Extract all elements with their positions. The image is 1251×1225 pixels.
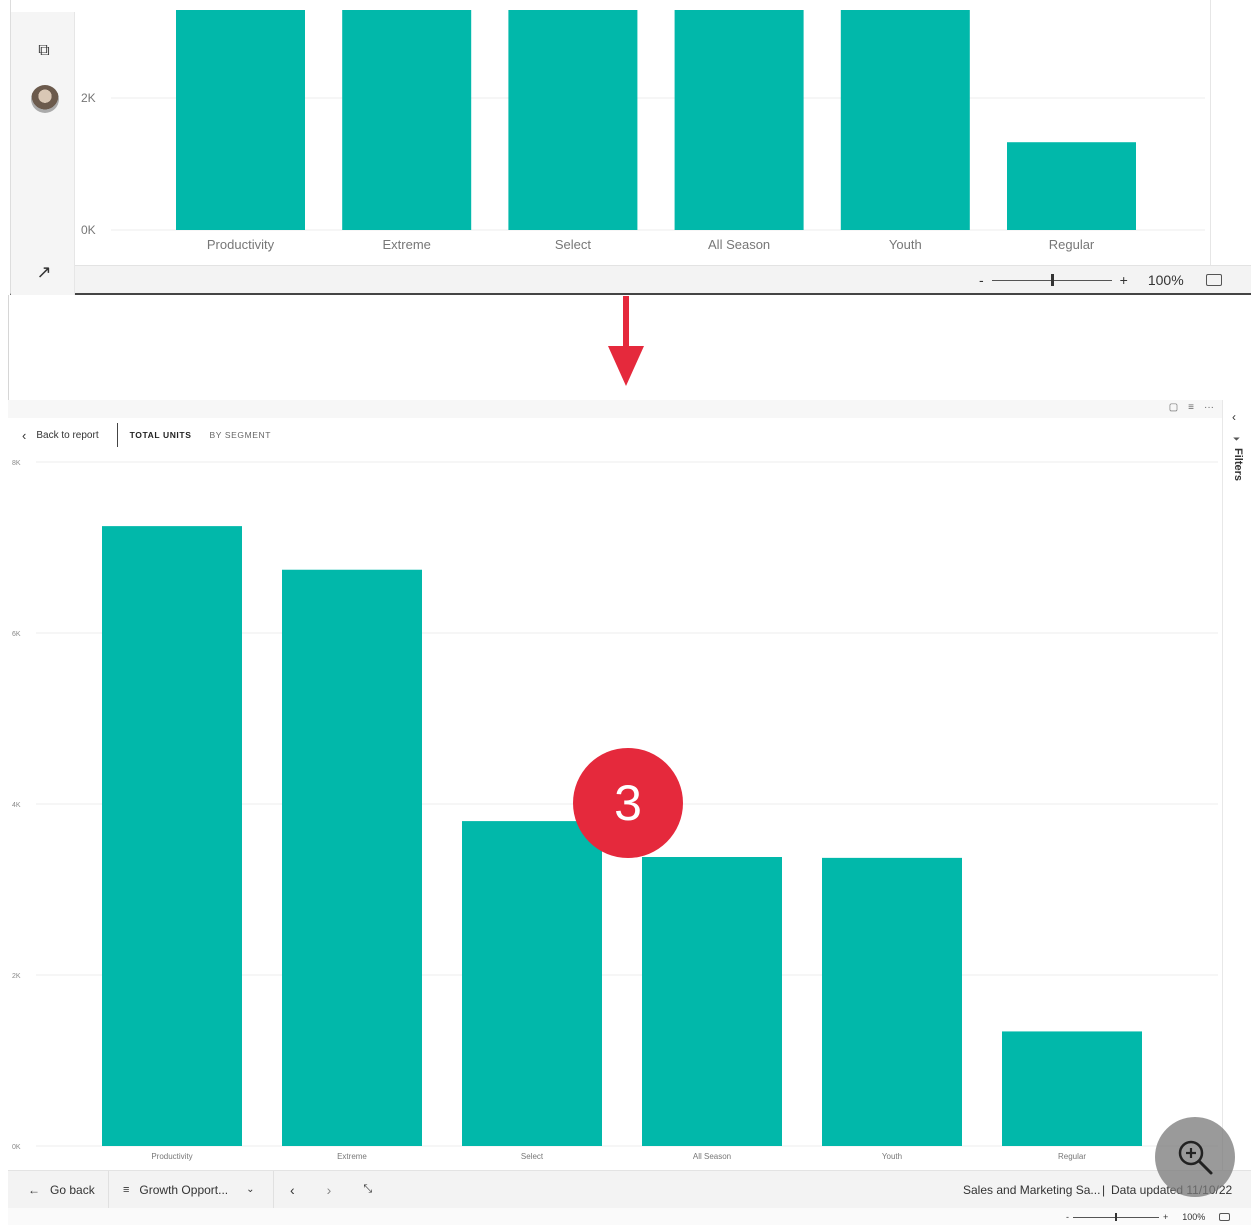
x-tick-label: Regular xyxy=(1058,1152,1086,1161)
report-view-panel: ⧉ ↗ 0K 2K Productivity Extreme Select All Sea… xyxy=(10,0,1251,295)
left-action-rail: ⧉ ↗ xyxy=(11,12,75,295)
bar[interactable] xyxy=(674,10,804,230)
zoom-slider-thumb[interactable] xyxy=(1050,273,1054,286)
down-arrow-shaft xyxy=(623,296,629,348)
top-bar-chart: 0K 2K Productivity Extreme Select All Season Y… xyxy=(81,0,1211,265)
x-tick-label: Extreme xyxy=(337,1152,367,1161)
filter-icon: ⏷ xyxy=(1233,434,1241,444)
tab-total-units[interactable]: TOTAL UNITS xyxy=(130,430,192,440)
page-list-icon: ≡ xyxy=(123,1183,130,1196)
next-page-button[interactable]: › xyxy=(327,1182,332,1198)
zoom-slider-thumb[interactable] xyxy=(1115,1212,1117,1221)
zoom-slider[interactable] xyxy=(991,273,1112,286)
go-back-label: Go back xyxy=(50,1182,95,1197)
zoom-in-button[interactable]: + xyxy=(1120,272,1128,288)
copy-visual-icon[interactable]: ⧉ xyxy=(31,38,57,64)
zoom-control[interactable]: - + 100% xyxy=(979,270,1222,290)
bar[interactable] xyxy=(822,857,962,1146)
bar[interactable] xyxy=(462,821,602,1146)
y-tick-label: 4K xyxy=(12,802,21,809)
bar[interactable] xyxy=(1007,142,1136,230)
page-name: Growth Opport... xyxy=(139,1182,229,1197)
bottom-navigation-bar: ← Go back ≡ Growth Opport... ⌄ ‹ › ⤡ Sal… xyxy=(8,1170,1251,1209)
x-tick-label: All Season xyxy=(693,1152,731,1161)
x-tick-label: Youth xyxy=(882,1152,902,1161)
x-tick-label: Select xyxy=(521,1152,544,1161)
bar[interactable] xyxy=(102,526,242,1146)
expand-arrow-icon[interactable]: ↗ xyxy=(31,259,57,285)
bar[interactable] xyxy=(840,10,970,230)
filters-label: Filters xyxy=(1232,448,1244,482)
x-tick-label: Youth xyxy=(889,237,922,252)
header-divider xyxy=(116,423,118,447)
bar[interactable] xyxy=(1002,1031,1142,1146)
zoom-in-button[interactable]: + xyxy=(1163,1212,1168,1222)
report-name[interactable]: Sales and Marketing Sa... xyxy=(963,1171,1100,1209)
bar[interactable] xyxy=(342,10,472,230)
avatar[interactable] xyxy=(31,85,59,113)
y-tick-label: 8K xyxy=(12,460,21,467)
filter-icon[interactable]: ≡ xyxy=(1188,402,1194,413)
bottom-zoom-strip: - + 100% xyxy=(8,1208,1251,1225)
zoom-out-button[interactable]: - xyxy=(1066,1212,1069,1222)
zoom-slider[interactable] xyxy=(1073,1212,1159,1221)
x-tick-label: Extreme xyxy=(382,237,430,252)
x-tick-label: Productivity xyxy=(207,237,275,252)
back-to-report-link[interactable]: ‹ Back to report xyxy=(8,428,99,443)
nav-divider xyxy=(273,1170,274,1209)
previous-page-button[interactable]: ‹ xyxy=(290,1182,295,1198)
go-back-button[interactable]: ← Go back xyxy=(8,1183,108,1197)
zoom-in-icon xyxy=(1178,1140,1213,1175)
y-tick-label: 2K xyxy=(81,91,96,105)
status-divider: | xyxy=(1102,1183,1106,1197)
zoom-out-button[interactable]: - xyxy=(979,272,984,288)
chevron-left-icon: ‹ xyxy=(22,427,27,443)
chevron-down-icon: ⌄ xyxy=(246,1184,255,1195)
fit-to-page-icon[interactable] xyxy=(1205,274,1222,286)
x-tick-label: Productivity xyxy=(151,1152,192,1161)
filters-pane-collapsed[interactable]: ‹ ⏷ Filters xyxy=(1222,400,1251,1170)
screenshot-root: ⧉ ↗ 0K 2K Productivity Extreme Select All Sea… xyxy=(0,0,1251,1225)
bar[interactable] xyxy=(642,857,782,1146)
y-tick-label: 0K xyxy=(81,223,96,237)
bar[interactable] xyxy=(282,569,422,1146)
down-arrow-icon xyxy=(608,346,644,386)
back-to-report-label: Back to report xyxy=(36,429,99,441)
zoom-control[interactable]: - + 100% xyxy=(1066,1210,1231,1224)
copy-icon[interactable]: ▢ xyxy=(1169,402,1178,413)
arrow-left-icon: ← xyxy=(28,1182,40,1197)
tab-by-segment[interactable]: BY SEGMENT xyxy=(209,430,271,440)
exit-focus-mode-icon[interactable]: ⤡ xyxy=(363,1183,372,1196)
bar[interactable] xyxy=(176,10,305,230)
x-tick-label: Select xyxy=(555,237,592,252)
fit-to-page-icon[interactable] xyxy=(1219,1213,1231,1221)
step-number-badge: 3 xyxy=(573,748,683,858)
top-footer-bar: - + 100% xyxy=(75,265,1251,293)
bar[interactable] xyxy=(508,10,638,230)
y-tick-label: 6K xyxy=(12,631,21,638)
x-tick-label: Regular xyxy=(1049,237,1095,252)
magnify-button[interactable] xyxy=(1155,1117,1235,1197)
y-tick-label: 0K xyxy=(12,1144,21,1151)
focus-header: ‹ Back to report TOTAL UNITS BY SEGMENT xyxy=(8,418,1222,452)
page-selector[interactable]: ≡ Growth Opport... ⌄ xyxy=(109,1183,273,1197)
zoom-percent: 100% xyxy=(1147,272,1184,288)
y-tick-label: 2K xyxy=(12,973,21,980)
x-tick-label: All Season xyxy=(708,237,770,252)
zoom-percent: 100% xyxy=(1182,1212,1206,1222)
chevron-left-icon[interactable]: ‹ xyxy=(1232,410,1236,424)
visual-header-strip: ▢ ≡ ··· xyxy=(8,400,1222,418)
more-options-icon[interactable]: ··· xyxy=(1204,402,1214,413)
